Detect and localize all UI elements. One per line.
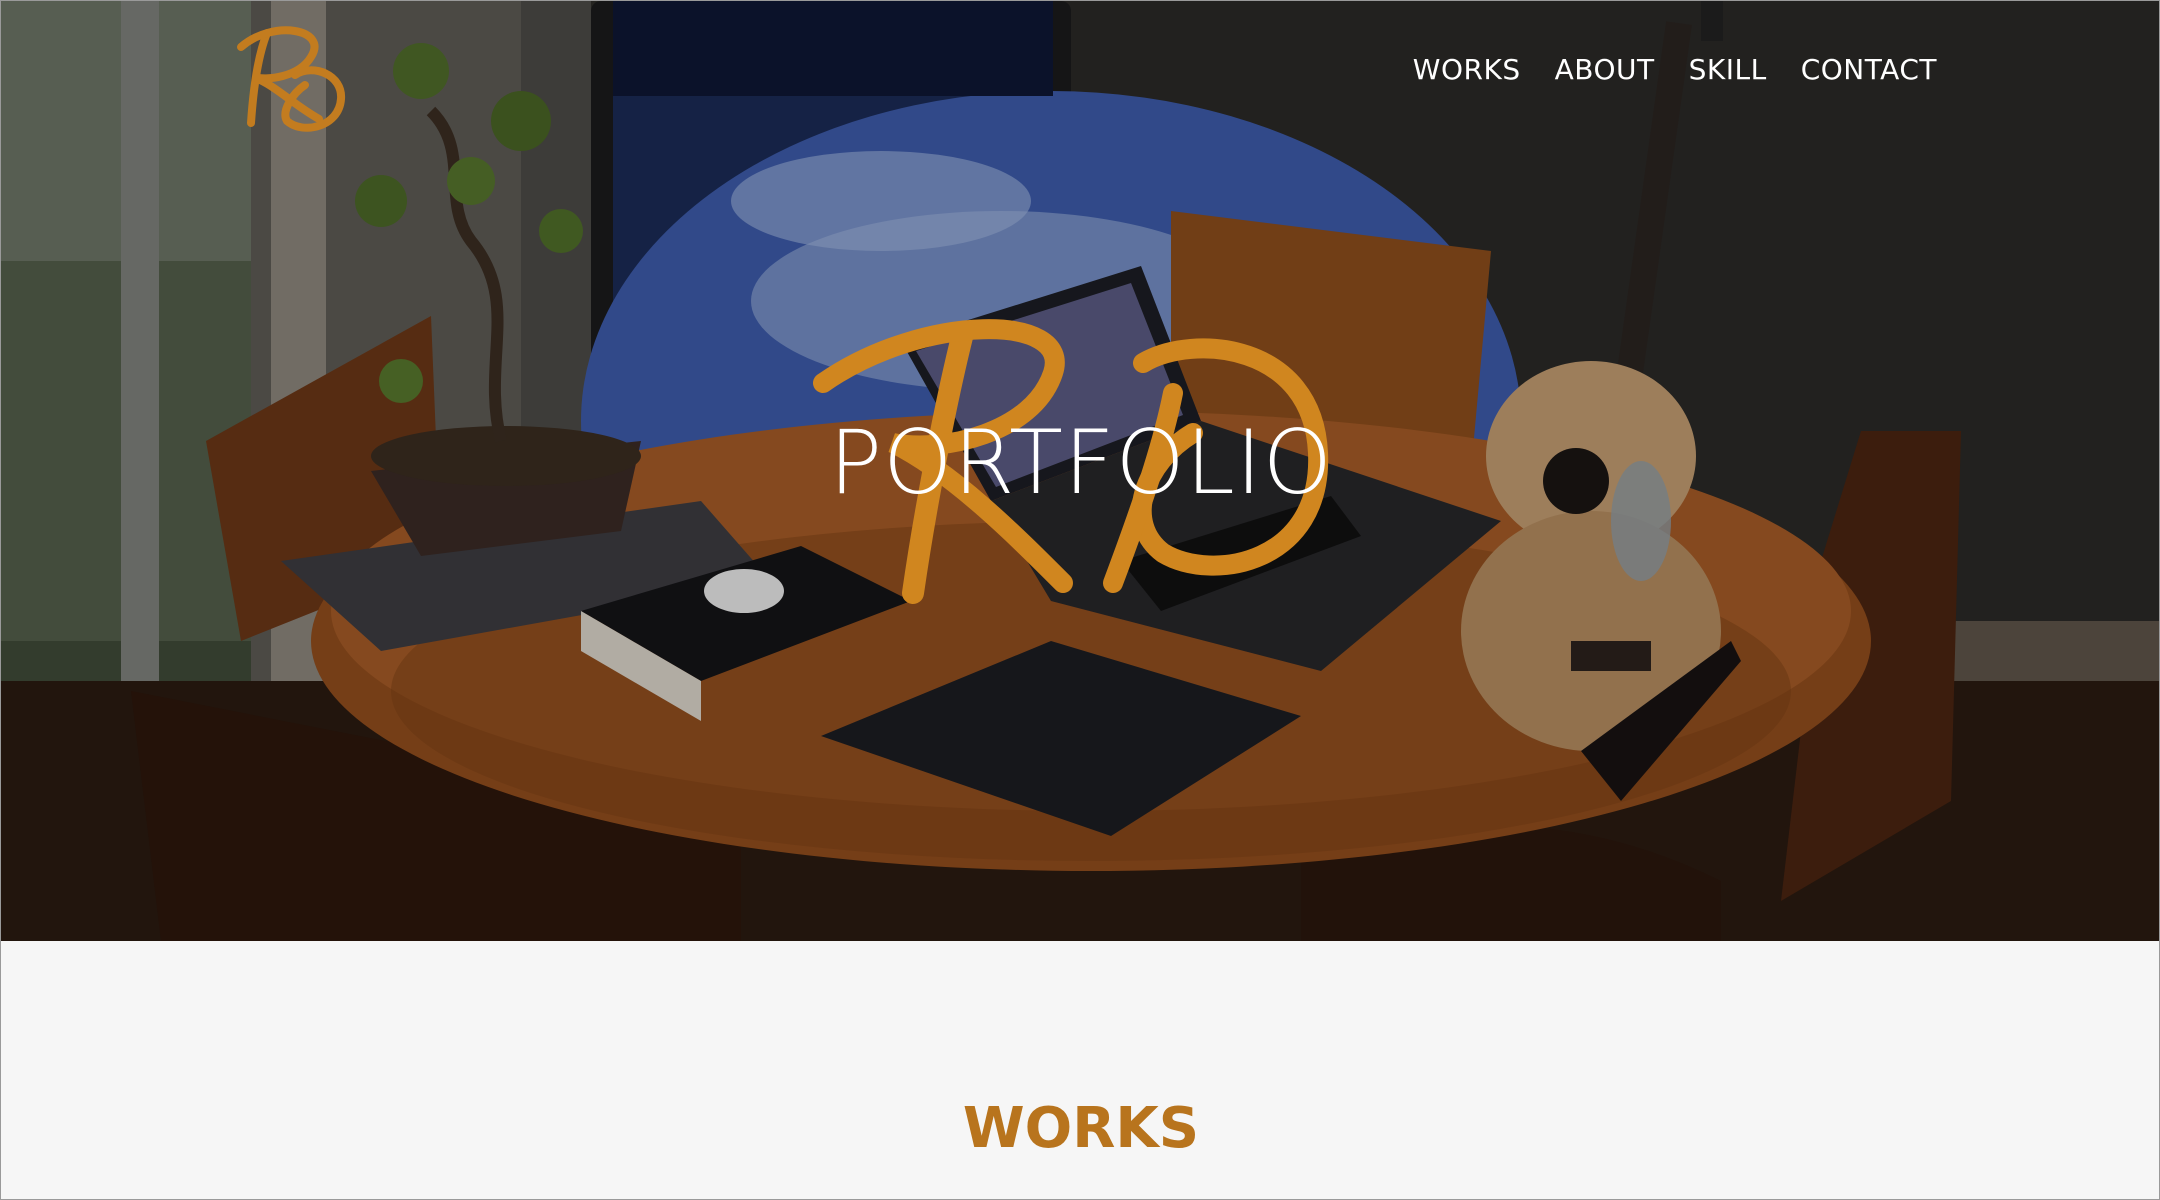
main-navigation: WORKS ABOUT SKILL CONTACT (1413, 53, 1937, 86)
works-heading: WORKS (962, 1096, 1200, 1161)
nav-link-works[interactable]: WORKS (1413, 53, 1521, 86)
hero-section: RD WORKS ABOUT SKILL CONTACT RD PORTFOLI… (1, 1, 2159, 941)
nav-link-skill[interactable]: SKILL (1689, 53, 1767, 86)
site-logo-text: RD (223, 23, 225, 24)
site-logo[interactable]: RD (223, 23, 353, 141)
hero-logo-text: RD (813, 303, 815, 304)
nav-link-about[interactable]: ABOUT (1555, 53, 1655, 86)
hero-title: PORTFOLIO (829, 411, 1333, 514)
portfolio-page: RD WORKS ABOUT SKILL CONTACT RD PORTFOLI… (0, 0, 2160, 1200)
works-section: WORKS (1, 941, 2159, 1199)
nav-link-contact[interactable]: CONTACT (1801, 53, 1937, 86)
